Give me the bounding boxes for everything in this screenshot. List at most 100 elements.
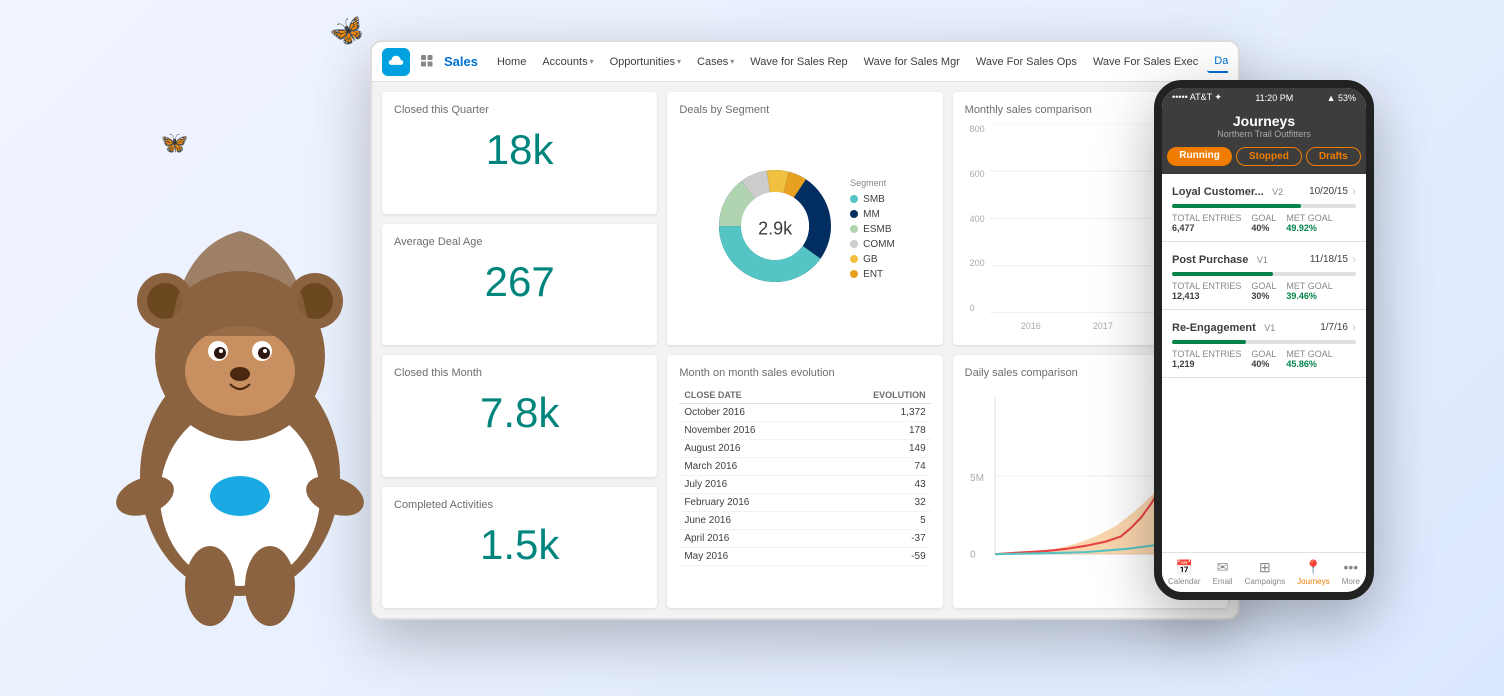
nav-calendar-label: Calendar bbox=[1168, 577, 1200, 586]
nav-journeys[interactable]: 📍 Journeys bbox=[1297, 559, 1329, 586]
segment-label: Segment bbox=[850, 178, 895, 188]
signal-carrier: ••••• AT&T ✦ bbox=[1172, 92, 1222, 103]
journey-stats: TOTAL ENTRIES 6,477 GOAL 40% MET GOAL 49… bbox=[1172, 213, 1356, 233]
phone-title-area: Journeys Northern Trail Outfitters bbox=[1162, 107, 1366, 147]
phone-time: 11:20 PM bbox=[1255, 93, 1293, 103]
nav-home[interactable]: Home bbox=[490, 52, 533, 72]
evolution-cell: -37 bbox=[821, 530, 930, 548]
evolution-cell: 1,372 bbox=[821, 404, 930, 422]
tab-drafts[interactable]: Drafts bbox=[1306, 147, 1361, 166]
nav-wave-exec[interactable]: Wave For Sales Exec bbox=[1086, 52, 1205, 72]
close-date-cell: April 2016 bbox=[679, 530, 821, 548]
evolution-cell: 149 bbox=[821, 440, 930, 458]
nav-dashboards[interactable]: Dashboards ▾ bbox=[1207, 51, 1228, 73]
stat-item: TOTAL ENTRIES 1,219 bbox=[1172, 349, 1241, 369]
close-date-cell: October 2016 bbox=[679, 404, 821, 422]
nav-wave-mgr[interactable]: Wave for Sales Mgr bbox=[857, 52, 967, 72]
stat-label: MET GOAL bbox=[1286, 213, 1332, 223]
completed-activities-value: 1.5k bbox=[394, 521, 645, 569]
list-item[interactable]: Re-Engagement V1 1/7/16 › TOTAL ENTRIES … bbox=[1162, 310, 1366, 378]
nav-wave-rep[interactable]: Wave for Sales Rep bbox=[743, 52, 854, 72]
more-icon: ••• bbox=[1343, 559, 1359, 575]
legend-smb-label: SMB bbox=[863, 194, 885, 205]
table-row: May 2016 -59 bbox=[679, 548, 930, 566]
list-item[interactable]: Post Purchase V1 11/18/15 › TOTAL ENTRIE… bbox=[1162, 242, 1366, 310]
grid-icon[interactable] bbox=[418, 52, 438, 72]
month-evolution-title: Month on month sales evolution bbox=[679, 367, 930, 379]
tab-running[interactable]: Running bbox=[1167, 147, 1232, 166]
nav-email[interactable]: ✉ Email bbox=[1213, 559, 1233, 586]
close-date-cell: February 2016 bbox=[679, 494, 821, 512]
nav-opportunities[interactable]: Opportunities ▾ bbox=[603, 52, 688, 72]
phone-mockup: ••••• AT&T ✦ 11:20 PM ▲ 53% Journeys Nor… bbox=[1154, 80, 1374, 600]
journeys-icon: 📍 bbox=[1305, 559, 1321, 575]
campaigns-icon: ⊞ bbox=[1257, 559, 1273, 575]
deals-segment-card: Deals by Segment bbox=[667, 92, 942, 345]
table-row: August 2016 149 bbox=[679, 440, 930, 458]
butterfly-decoration-2: 🦋 bbox=[158, 128, 190, 158]
avg-deal-value: 267 bbox=[394, 258, 645, 306]
app-name-label: Sales bbox=[444, 54, 478, 69]
table-row: April 2016 -37 bbox=[679, 530, 930, 548]
stat-value: 1,219 bbox=[1172, 359, 1195, 369]
stat-item: TOTAL ENTRIES 6,477 bbox=[1172, 213, 1241, 233]
donut-legend: Segment SMB MM ESMB bbox=[850, 178, 895, 280]
journey-stats: TOTAL ENTRIES 12,413 GOAL 30% MET GOAL 3… bbox=[1172, 281, 1356, 301]
list-item[interactable]: Loyal Customer... V2 10/20/15 › TOTAL EN… bbox=[1162, 174, 1366, 242]
stat-label: GOAL bbox=[1251, 281, 1276, 291]
journey-version: V1 bbox=[1264, 323, 1275, 333]
legend-comm: COMM bbox=[850, 239, 895, 250]
close-date-cell: May 2016 bbox=[679, 548, 821, 566]
journey-version: V2 bbox=[1272, 187, 1283, 197]
nav-cases[interactable]: Cases ▾ bbox=[690, 52, 741, 72]
nav-campaigns[interactable]: ⊞ Campaigns bbox=[1245, 559, 1285, 586]
legend-ent-label: ENT bbox=[863, 269, 883, 280]
journey-progress-bar bbox=[1172, 272, 1356, 276]
tab-stopped[interactable]: Stopped bbox=[1236, 147, 1302, 166]
salesforce-logo bbox=[382, 48, 410, 76]
legend-smb: SMB bbox=[850, 194, 895, 205]
journey-name-area: Loyal Customer... V2 bbox=[1172, 182, 1283, 200]
stat-label: TOTAL ENTRIES bbox=[1172, 281, 1241, 291]
stat-item: MET GOAL 39.46% bbox=[1286, 281, 1332, 301]
journey-progress-bar bbox=[1172, 204, 1356, 208]
nav-accounts[interactable]: Accounts ▾ bbox=[535, 52, 600, 72]
nav-wave-ops[interactable]: Wave For Sales Ops bbox=[969, 52, 1084, 72]
journey-date-area: 10/20/15 › bbox=[1309, 184, 1356, 198]
stat-value: 49.92% bbox=[1286, 223, 1317, 233]
deals-segment-title: Deals by Segment bbox=[679, 104, 930, 116]
journey-progress-bar bbox=[1172, 340, 1356, 344]
nav-campaigns-label: Campaigns bbox=[1245, 577, 1285, 586]
nav-calendar[interactable]: 📅 Calendar bbox=[1168, 559, 1200, 586]
chevron-right-icon: › bbox=[1352, 184, 1356, 198]
legend-gb: GB bbox=[850, 254, 895, 265]
stat-label: TOTAL ENTRIES bbox=[1172, 213, 1241, 223]
chevron-right-icon: › bbox=[1352, 320, 1356, 334]
laptop-screen: Sales Home Accounts ▾ Opportunities ▾ Ca… bbox=[370, 40, 1240, 620]
stat-label: GOAL bbox=[1251, 213, 1276, 223]
journey-date: 1/7/16 bbox=[1320, 322, 1348, 333]
phone-frame: ••••• AT&T ✦ 11:20 PM ▲ 53% Journeys Nor… bbox=[1154, 80, 1374, 600]
closed-quarter-title: Closed this Quarter bbox=[394, 104, 645, 116]
nav-bar: Sales Home Accounts ▾ Opportunities ▾ Ca… bbox=[372, 42, 1238, 82]
journey-header: Loyal Customer... V2 10/20/15 › bbox=[1172, 182, 1356, 200]
journey-date-area: 1/7/16 › bbox=[1320, 320, 1356, 334]
donut-center-value: 2.9k bbox=[758, 218, 792, 239]
close-date-cell: August 2016 bbox=[679, 440, 821, 458]
closed-quarter-card: Closed this Quarter 18k bbox=[382, 92, 657, 214]
stat-label: GOAL bbox=[1251, 349, 1276, 359]
evolution-cell: 43 bbox=[821, 476, 930, 494]
stat-value: 12,413 bbox=[1172, 291, 1200, 301]
svg-text:0: 0 bbox=[970, 549, 976, 560]
nav-items: Home Accounts ▾ Opportunities ▾ Cases ▾ … bbox=[490, 51, 1228, 73]
phone-org-name: Northern Trail Outfitters bbox=[1170, 129, 1358, 139]
nav-email-label: Email bbox=[1213, 577, 1233, 586]
col-evolution: EVOLUTION bbox=[821, 387, 930, 404]
legend-ent: ENT bbox=[850, 269, 895, 280]
chevron-right-icon: › bbox=[1352, 252, 1356, 266]
stat-label: TOTAL ENTRIES bbox=[1172, 349, 1241, 359]
journey-date-area: 11/18/15 › bbox=[1310, 252, 1356, 266]
nav-more-phone[interactable]: ••• More bbox=[1342, 559, 1360, 586]
stat-item: GOAL 30% bbox=[1251, 281, 1276, 301]
stat-item: MET GOAL 45.86% bbox=[1286, 349, 1332, 369]
